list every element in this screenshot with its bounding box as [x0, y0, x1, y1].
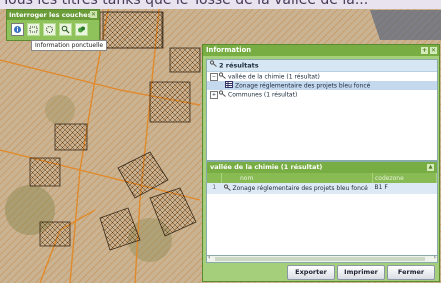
collapse-icon[interactable]: ▲	[427, 164, 434, 171]
scrollbar-thumb[interactable]	[215, 257, 425, 261]
tooltip: Information ponctuelle	[31, 40, 108, 51]
close-icon[interactable]: ✕	[90, 11, 97, 18]
horizontal-scrollbar[interactable]: ‹ ›	[206, 254, 438, 263]
banner-text: Tous les titres tanks que le Tosse de la…	[2, 0, 369, 8]
tree-node-label: Communes (1 résultat)	[228, 91, 298, 99]
row-number: 1	[207, 183, 222, 194]
results-count: 2 résultats	[219, 61, 259, 70]
page-banner: Tous les titres tanks que le Tosse de la…	[0, 0, 441, 9]
key-icon	[209, 60, 217, 71]
scroll-right-icon[interactable]: ›	[434, 254, 436, 261]
results-panel: 2 résultats − vallée de la chimie (1 résu…	[206, 59, 438, 161]
tree-node-layer[interactable]: − vallée de la chimie (1 résultat)	[207, 72, 437, 81]
tree-node-feature[interactable]: Zonage réglementaire des projets bleu fo…	[207, 81, 437, 90]
tree-node-label: Zonage réglementaire des projets bleu fo…	[235, 82, 371, 90]
query-layers-panel: Interroger les couches ✕	[6, 9, 100, 41]
window-footer: Exporter Imprimer Fermer	[203, 263, 439, 281]
scroll-left-icon[interactable]: ‹	[208, 254, 210, 261]
cell-nom: Zonage réglementaire des projets bleu fo…	[221, 183, 373, 194]
window-expand-icon[interactable]: +	[421, 47, 428, 54]
row-number-header	[207, 173, 222, 183]
results-header: 2 résultats	[207, 60, 437, 72]
key-icon	[223, 184, 231, 193]
close-button[interactable]: Fermer	[387, 265, 435, 280]
detail-table: nom codezone 1 Zonage réglementaire des …	[207, 173, 437, 194]
column-header-nom[interactable]: nom	[221, 173, 373, 183]
tree-node-label: vallée de la chimie (1 résultat)	[228, 73, 320, 81]
zoom-icon[interactable]	[59, 23, 72, 36]
query-layers-title: Interroger les couches	[7, 10, 99, 20]
detail-header[interactable]: vallée de la chimie (1 résultat) ▲	[207, 162, 437, 173]
table-row[interactable]: 1 Zonage réglementaire des projets bleu …	[207, 183, 437, 194]
cell-codezone: B1 F	[372, 183, 437, 194]
print-button[interactable]: Imprimer	[337, 265, 385, 280]
export-button[interactable]: Exporter	[287, 265, 335, 280]
information-window-title: Information	[206, 46, 252, 54]
cell-nom-text: Zonage réglementaire des projets bleu fo…	[232, 185, 368, 192]
info-icon[interactable]	[11, 23, 24, 36]
information-window-titlebar[interactable]: Information + ✕	[203, 45, 439, 56]
information-window: Information + ✕ 2 résultats − vallée de l…	[202, 44, 440, 282]
key-icon	[218, 90, 226, 100]
layers-icon[interactable]	[75, 23, 88, 36]
detail-title: vallée de la chimie (1 résultat)	[210, 163, 323, 171]
detail-panel: vallée de la chimie (1 résultat) ▲ nom c…	[206, 161, 438, 257]
circle-select-icon[interactable]	[43, 23, 56, 36]
rectangle-select-icon[interactable]	[27, 23, 40, 36]
expand-toggle-icon[interactable]: +	[210, 91, 218, 99]
tree-node-layer[interactable]: + Communes (1 résultat)	[207, 90, 437, 99]
column-header-codezone[interactable]: codezone	[372, 173, 437, 183]
collapse-toggle-icon[interactable]: −	[210, 73, 218, 81]
close-icon[interactable]: ✕	[430, 47, 437, 54]
